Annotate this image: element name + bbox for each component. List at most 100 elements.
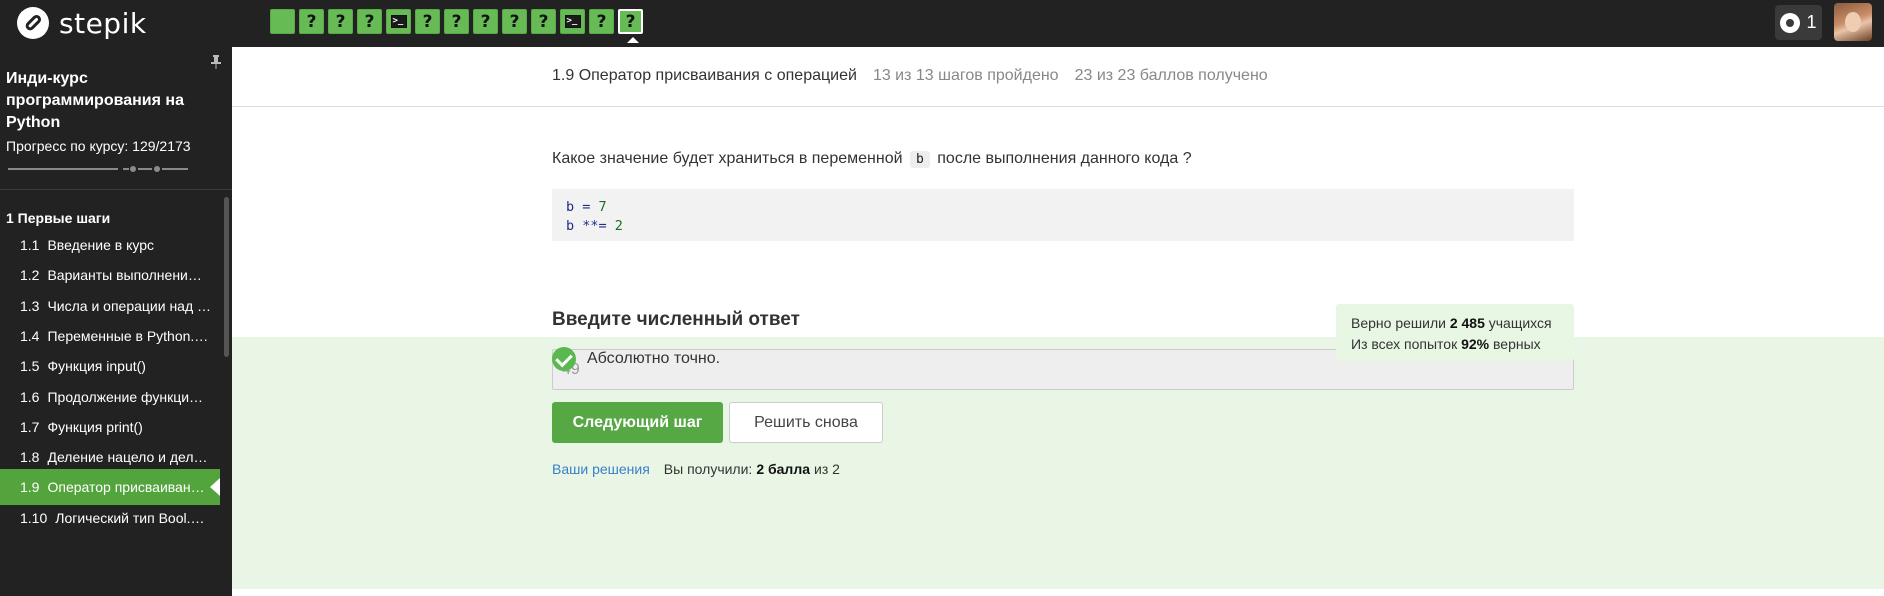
step-4-button[interactable]: ? xyxy=(357,9,382,34)
stepik-logo[interactable]: stepik xyxy=(17,4,147,42)
lesson-number: 1.4 xyxy=(20,327,40,344)
notification-icon xyxy=(1780,12,1801,33)
step-12-button[interactable]: ? xyxy=(589,9,614,34)
question-icon: ? xyxy=(364,11,375,32)
step-6-button[interactable]: ? xyxy=(415,9,440,34)
lesson-number: 1.3 xyxy=(20,297,40,314)
logo-text: stepik xyxy=(59,6,147,40)
step-13-button[interactable]: ? xyxy=(618,9,643,43)
question-icon: ? xyxy=(538,11,549,32)
stepik-logo-icon xyxy=(17,7,49,39)
user-avatar[interactable] xyxy=(1834,3,1872,41)
notifications-count: 1 xyxy=(1806,12,1817,32)
lesson-label: Функция input() xyxy=(47,358,146,375)
lesson-number: 1.6 xyxy=(20,388,40,405)
lesson-number: 1.10 xyxy=(20,509,48,526)
section-title[interactable]: 1 Первые шаги xyxy=(6,210,110,226)
terminal-icon: >_ xyxy=(564,15,581,28)
lesson-header: 1.9 Оператор присваивания с операцией 13… xyxy=(552,67,1268,85)
course-sidebar: Инди-курс программирования на Python Про… xyxy=(0,47,232,596)
progress-value: 129/2173 xyxy=(132,138,191,154)
code-line-2: b **= 2 xyxy=(566,217,1560,236)
step-7-button[interactable]: ? xyxy=(444,9,469,34)
lesson-label: Переменные в Python.… xyxy=(47,327,209,344)
header-divider xyxy=(232,106,1884,107)
terminal-icon: >_ xyxy=(390,15,407,28)
solutions-row: Ваши решения Вы получили: 2 балла из 2 xyxy=(552,461,840,477)
code-line-2-stmt: b **= xyxy=(566,218,615,234)
received-prefix: Вы получили: xyxy=(663,461,753,477)
sidebar-divider xyxy=(0,189,232,190)
main-content: 1.9 Оператор присваивания с операцией 13… xyxy=(232,47,1884,596)
stats-attempts-suffix: верных xyxy=(1493,336,1541,352)
lesson-number: 1.8 xyxy=(20,449,40,466)
feedback-text: Абсолютно точно. xyxy=(587,350,721,367)
step-9-button[interactable]: ? xyxy=(502,9,527,34)
question-prefix: Какое значение будет храниться в перемен… xyxy=(552,150,903,167)
retry-button[interactable]: Решить снова xyxy=(729,402,883,443)
question-icon: ? xyxy=(451,11,462,32)
question-icon: ? xyxy=(480,11,491,32)
progress-bar xyxy=(8,166,218,172)
notifications-button[interactable]: 1 xyxy=(1775,5,1822,40)
question-icon: ? xyxy=(422,11,433,32)
lesson-label: Введение в курс xyxy=(47,237,154,253)
code-line-1-stmt: b = xyxy=(566,199,599,215)
question-text: Какое значение будет храниться в перемен… xyxy=(552,150,1192,168)
next-step-button[interactable]: Следующий шаг xyxy=(552,402,723,443)
lesson-number: 1.1 xyxy=(20,237,40,253)
points-progress: 23 из 23 баллов получено xyxy=(1074,67,1268,84)
lesson-label: Функция print() xyxy=(47,418,143,435)
step-navigation: ??? >_????? >_?? xyxy=(270,9,647,43)
terminal-icon-glyph: >_ xyxy=(566,16,578,26)
step-10-button[interactable]: ? xyxy=(531,9,556,34)
step-1-button[interactable] xyxy=(270,9,295,34)
step-11-button[interactable]: >_ xyxy=(560,9,585,34)
lesson-number: 1.7 xyxy=(20,418,40,435)
sidebar-scrollbar[interactable] xyxy=(224,197,229,357)
lesson-label: Продолжение функци… xyxy=(47,388,204,405)
stats-solved-suffix: учащихся xyxy=(1488,315,1552,331)
stats-attempts-prefix: Из всех попыток xyxy=(1351,336,1458,352)
your-solutions-link[interactable]: Ваши решения xyxy=(552,461,650,477)
step-5-button[interactable]: >_ xyxy=(386,9,411,34)
step-8-button[interactable]: ? xyxy=(473,9,498,34)
stats-solved: Верно решили 2 485 учащихся xyxy=(1351,313,1559,334)
lesson-label: Деление нацело и дел… xyxy=(47,449,208,466)
question-icon: ? xyxy=(596,11,607,32)
stats-box: Верно решили 2 485 учащихся Из всех попы… xyxy=(1336,304,1574,361)
question-icon: ? xyxy=(335,11,346,32)
pin-icon[interactable] xyxy=(210,55,222,69)
lesson-number: 1.5 xyxy=(20,358,40,375)
course-progress: Прогресс по курсу: 129/2173 xyxy=(6,138,191,154)
code-line-1: b = 7 xyxy=(566,198,1560,217)
course-title[interactable]: Инди-курс программирования на Python xyxy=(6,68,206,134)
lesson-label: Варианты выполнени… xyxy=(47,267,202,284)
lesson-label: Логический тип Bool.… xyxy=(55,509,205,526)
answer-heading: Введите численный ответ xyxy=(552,309,800,330)
lesson-label: Оператор присваиван… xyxy=(47,479,205,496)
stats-solved-count: 2 485 xyxy=(1449,315,1485,331)
question-suffix: после выполнения данного кода ? xyxy=(937,150,1192,167)
feedback-row: Абсолютно точно. xyxy=(552,347,720,371)
lesson-label: Числа и операции над … xyxy=(47,297,212,314)
code-line-2-num: 2 xyxy=(614,218,623,234)
step-2-button[interactable]: ? xyxy=(299,9,324,34)
sidebar-lesson-1-10[interactable]: 1.10 Логический тип Bool.… xyxy=(0,500,220,536)
code-line-1-num: 7 xyxy=(598,199,607,215)
terminal-icon-glyph: >_ xyxy=(392,16,404,26)
lesson-title: 1.9 Оператор присваивания с операцией xyxy=(552,67,857,84)
stats-attempts: Из всех попыток 92% верных xyxy=(1351,334,1559,355)
answer-area: Следующий шаг Решить снова Ваши решения … xyxy=(232,337,1884,589)
lesson-number: 1.9 xyxy=(20,479,40,496)
progress-label: Прогресс по курсу: xyxy=(6,138,129,154)
lesson-number: 1.2 xyxy=(20,267,40,284)
check-icon xyxy=(552,347,576,371)
stats-solved-prefix: Верно решили xyxy=(1351,315,1446,331)
question-icon: ? xyxy=(625,11,636,32)
top-bar: stepik ??? >_????? >_?? 1 xyxy=(0,0,1884,47)
step-3-button[interactable]: ? xyxy=(328,9,353,34)
inline-code-var: b xyxy=(909,151,930,168)
question-icon: ? xyxy=(306,11,317,32)
received-suffix: из 2 xyxy=(814,461,840,477)
